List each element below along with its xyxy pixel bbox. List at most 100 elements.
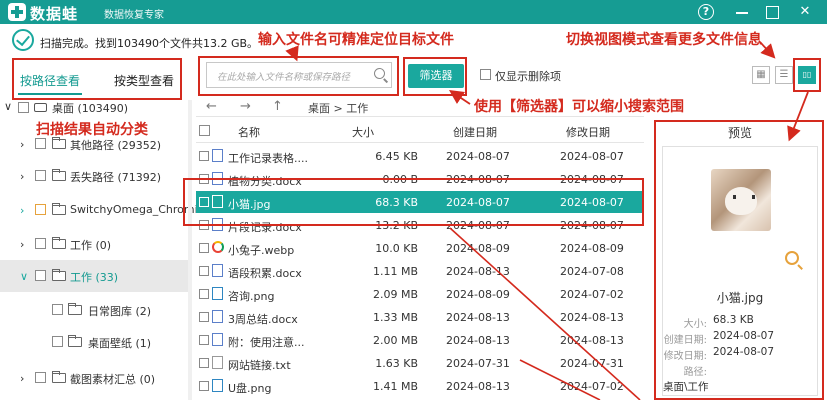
cell-created: 2024-08-13 [446, 265, 510, 278]
table-row[interactable]: 咨询.png 2.09 MB 2024-08-09 2024-07-02 [196, 283, 644, 305]
cell-size: 2.00 MB [372, 334, 418, 347]
doc-icon [212, 333, 223, 346]
close-icon[interactable]: ✕ [795, 2, 815, 22]
image-icon [212, 287, 223, 300]
table-row[interactable]: 工作记录表格.... 6.45 KB 2024-08-07 2024-08-07 [196, 145, 644, 167]
app-logo-icon [8, 3, 26, 21]
cell-size: 1.41 MB [372, 380, 418, 393]
app-name: 数据蛙 [30, 5, 79, 23]
table-row[interactable]: 3周总结.docx 1.33 MB 2024-08-13 2024-08-13 [196, 306, 644, 328]
tree-checkbox[interactable] [52, 336, 63, 347]
tree-item-screenshots[interactable]: › 截图素材汇总 (0) [0, 362, 190, 394]
tree-checkbox[interactable] [35, 372, 46, 383]
list-view-icon[interactable]: ☰ [775, 66, 793, 84]
maximize-icon[interactable] [762, 2, 782, 22]
chevron-right-icon[interactable]: › [20, 372, 24, 385]
row-checkbox[interactable] [199, 266, 209, 276]
minimize-icon[interactable] [732, 2, 752, 22]
annotation-auto-classify: 扫描结果自动分类 [36, 122, 148, 138]
folder-icon [68, 335, 82, 347]
select-all-checkbox[interactable] [199, 125, 210, 136]
tree-checkbox[interactable] [35, 204, 46, 215]
row-checkbox[interactable] [199, 358, 209, 368]
chevron-down-icon[interactable]: ∨ [20, 270, 28, 283]
tree-item-label: 截图素材汇总 (0) [70, 373, 156, 386]
table-row[interactable]: 网站链接.txt 1.63 KB 2024-07-31 2024-07-31 [196, 352, 644, 374]
tree-item-daily-gallery[interactable]: 日常图库 (2) [0, 294, 190, 326]
grid-view-icon[interactable]: ▦ [752, 66, 770, 84]
tree-item-work-empty[interactable]: › 工作 (0) [0, 228, 190, 260]
tree-checkbox[interactable] [35, 138, 46, 149]
chevron-down-icon[interactable]: ∨ [4, 100, 12, 113]
image-icon [212, 379, 223, 392]
table-row[interactable]: 附：使用注意... 2.00 MB 2024-08-13 2024-08-13 [196, 329, 644, 351]
chevron-right-icon[interactable]: › [20, 238, 24, 251]
tree-scrollbar[interactable] [188, 100, 192, 400]
chevron-right-icon[interactable]: › [20, 170, 24, 183]
table-row[interactable]: 语段积累.docx 1.11 MB 2024-08-13 2024-07-08 [196, 260, 644, 282]
folder-icon [52, 371, 66, 383]
scan-status-text: 扫描完成。找到103490个文件共13.2 GB。 [40, 37, 259, 50]
column-header-name[interactable]: 名称 [238, 124, 260, 140]
annotation-box-view [793, 58, 821, 92]
forward-icon[interactable]: → [240, 99, 251, 114]
row-checkbox[interactable] [199, 243, 209, 253]
cell-name: 小兔子.webp [228, 244, 295, 257]
cell-modified: 2024-08-13 [560, 311, 624, 324]
tree-item-label: 日常图库 (2) [88, 305, 152, 318]
column-header-created[interactable]: 创建日期 [453, 124, 497, 140]
cell-modified: 2024-07-08 [560, 265, 624, 278]
cell-size: 10.0 KB [375, 242, 418, 255]
tree-item-wallpaper[interactable]: 桌面壁纸 (1) [0, 326, 190, 358]
breadcrumb[interactable]: 桌面 > 工作 [308, 100, 368, 116]
row-checkbox[interactable] [199, 151, 209, 161]
tree-checkbox[interactable] [35, 238, 46, 249]
cell-modified: 2024-08-13 [560, 334, 624, 347]
help-icon[interactable]: ? [698, 4, 714, 20]
tree-checkbox[interactable] [35, 170, 46, 181]
tree-item-lost-paths[interactable]: › 丢失路径 (71392) [0, 160, 190, 192]
doc-icon [212, 264, 223, 277]
cell-created: 2024-07-31 [446, 357, 510, 370]
tree-item-switchyomega[interactable]: › SwitchyOmega_Chromiu [0, 194, 205, 226]
title-bar: 数据蛙 数据恢复专家 ? ✕ [0, 0, 827, 24]
up-icon[interactable]: ↑ [272, 99, 283, 114]
row-checkbox[interactable] [199, 312, 209, 322]
annotation-box-search [198, 56, 399, 96]
annotation-box-preview [654, 120, 824, 400]
cell-modified: 2024-07-31 [560, 357, 624, 370]
tree-checkbox[interactable] [35, 270, 46, 281]
tree-item-label: 桌面 (103490) [52, 102, 129, 115]
cell-created: 2024-08-09 [446, 242, 510, 255]
row-checkbox[interactable] [199, 381, 209, 391]
cell-created: 2024-08-13 [446, 311, 510, 324]
folder-icon [52, 169, 66, 181]
chevron-right-icon[interactable]: › [20, 138, 24, 151]
divider [196, 116, 644, 117]
column-header-size[interactable]: 大小 [352, 124, 374, 140]
cell-size: 1.11 MB [372, 265, 418, 278]
show-deleted-checkbox[interactable] [480, 69, 491, 80]
tree-item-work[interactable]: ∨ 工作 (33) [0, 260, 190, 292]
table-row[interactable]: 小兔子.webp 10.0 KB 2024-08-09 2024-08-09 [196, 237, 644, 259]
tree-checkbox[interactable] [52, 304, 63, 315]
cell-name: 3周总结.docx [228, 313, 298, 326]
chevron-right-icon[interactable]: › [20, 204, 24, 217]
tree-checkbox[interactable] [18, 102, 29, 113]
cell-modified: 2024-07-02 [560, 288, 624, 301]
cell-modified: 2024-07-02 [560, 380, 624, 393]
column-header-modified[interactable]: 修改日期 [566, 124, 610, 140]
cell-name: U盘.png [228, 382, 272, 395]
cell-size: 1.33 MB [372, 311, 418, 324]
table-row[interactable]: U盘.png 1.41 MB 2024-08-13 2024-07-02 [196, 375, 644, 397]
back-icon[interactable]: ← [206, 99, 217, 114]
row-checkbox[interactable] [199, 289, 209, 299]
cell-name: 语段积累.docx [228, 267, 302, 280]
cell-modified: 2024-08-09 [560, 242, 624, 255]
annotation-switch-view: 切换视图模式查看更多文件信息 [566, 32, 762, 48]
row-checkbox[interactable] [199, 335, 209, 345]
annotation-input-name: 输入文件名可精准定位目标文件 [258, 32, 454, 48]
annotation-box-filter [403, 57, 467, 96]
cell-name: 工作记录表格.... [228, 152, 308, 165]
cell-created: 2024-08-09 [446, 288, 510, 301]
